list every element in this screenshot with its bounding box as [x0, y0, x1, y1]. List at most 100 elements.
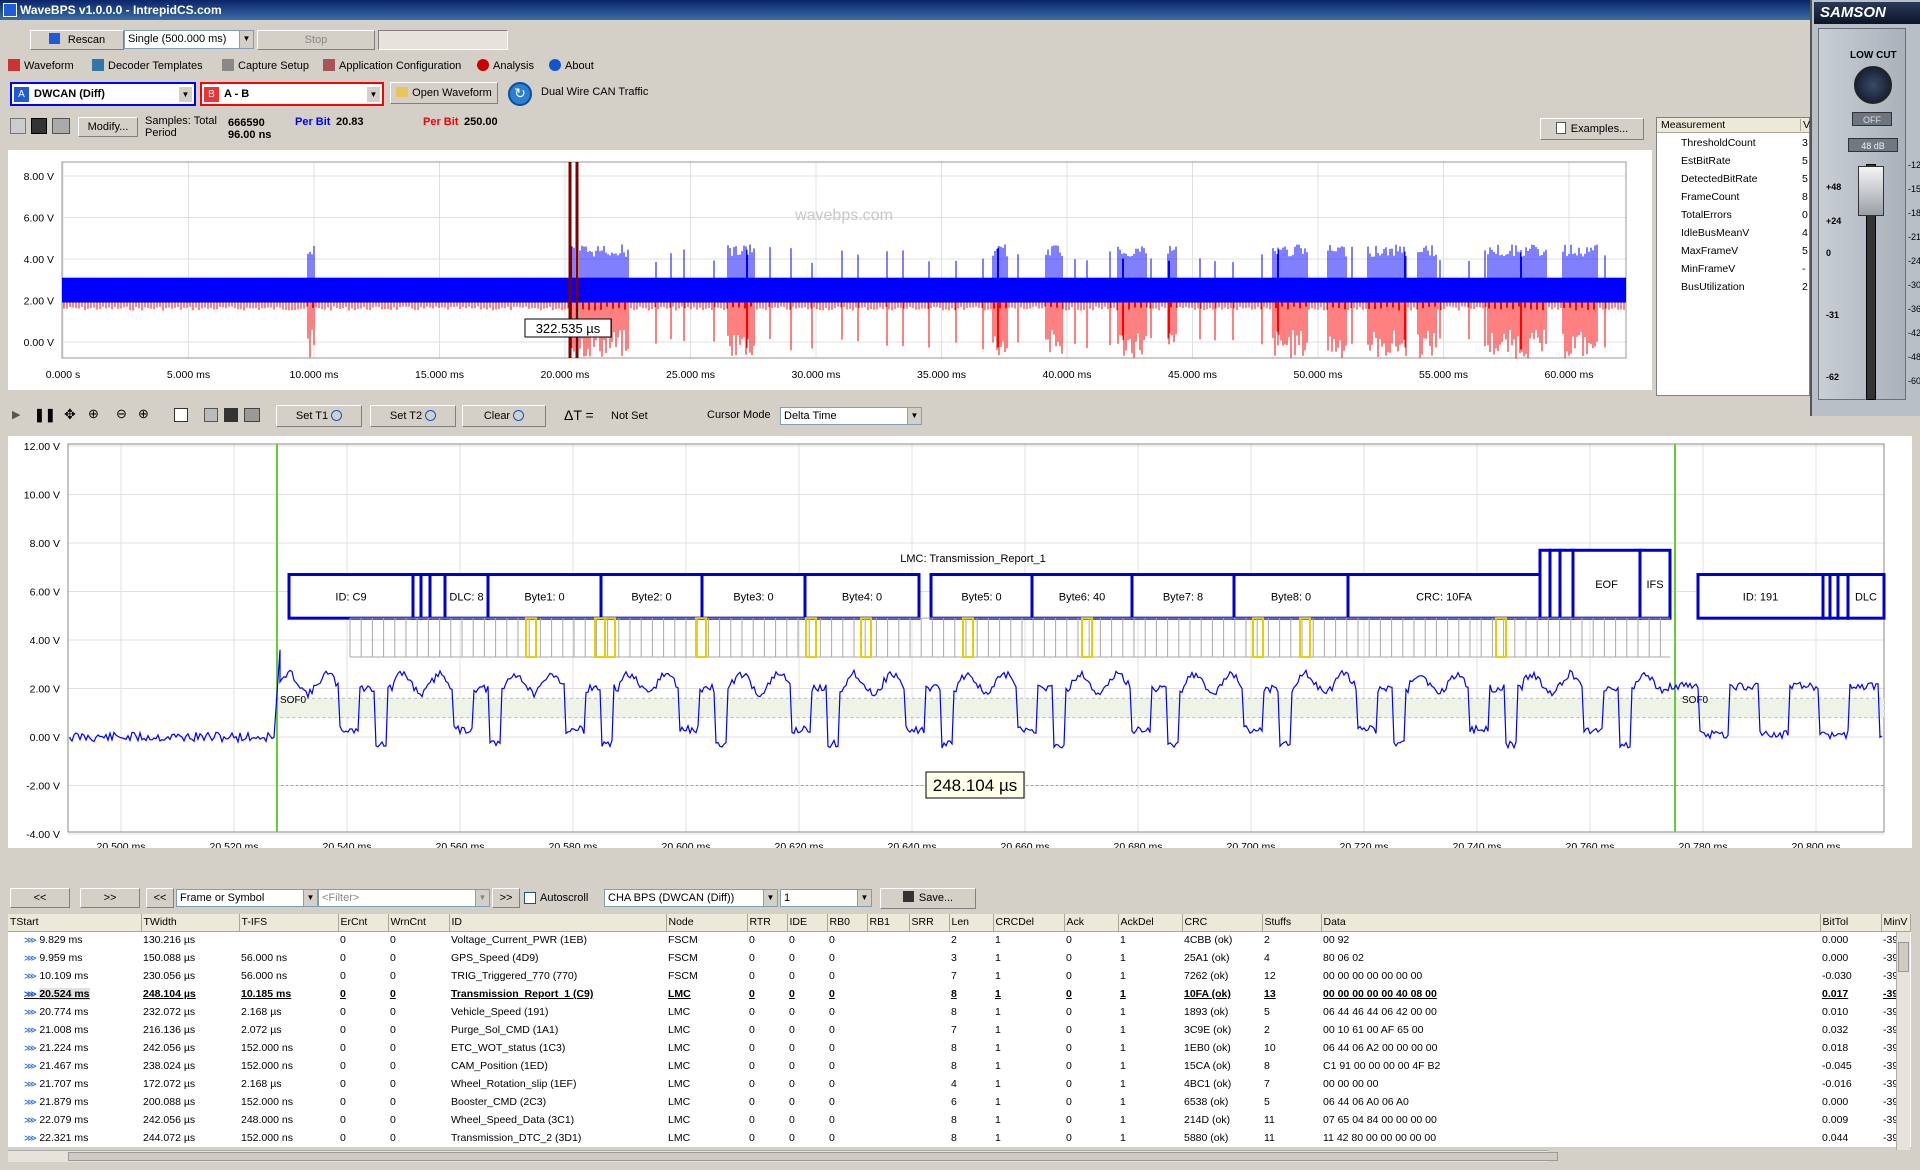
- set-t1-button[interactable]: Set T1: [276, 405, 362, 427]
- column-header[interactable]: RB1: [867, 914, 910, 932]
- table-row[interactable]: ⋙ 21.467 ms 238.024 µs 152.000 ns 0 0 CAM_Pos…: [8, 1057, 1910, 1075]
- measurement-row[interactable]: MinFrameV -: [1657, 261, 1809, 279]
- pause-icon[interactable]: ❚❚: [34, 407, 56, 423]
- fader-handle[interactable]: [1858, 166, 1884, 216]
- table-row[interactable]: ⋙ 20.524 ms 248.104 µs 10.185 ms 0 0 Transmis…: [8, 985, 1910, 1003]
- select-box-icon[interactable]: [174, 408, 188, 422]
- prev-page-button[interactable]: <<: [10, 888, 70, 908]
- table-row[interactable]: ⋙ 20.774 ms 232.072 µs 2.168 µs 0 0 Vehicle_S…: [8, 1003, 1910, 1021]
- column-header[interactable]: Data: [1321, 914, 1821, 932]
- table-cell: 0: [829, 934, 835, 947]
- tab-about[interactable]: About: [549, 56, 594, 76]
- column-header[interactable]: TWidth: [141, 914, 240, 932]
- column-header[interactable]: WrnCnt: [388, 914, 450, 932]
- print-icon[interactable]: [244, 408, 260, 422]
- tab-waveform[interactable]: Waveform: [8, 56, 74, 76]
- measurement-row[interactable]: DetectedBitRate 5: [1657, 171, 1809, 189]
- detail-plot[interactable]: 20.500 ms 20.520 ms 20.540 ms 20.560 ms 20.5…: [8, 436, 1912, 853]
- scrollbar-thumb[interactable]: [1898, 942, 1909, 972]
- open-waveform-button[interactable]: Open Waveform: [390, 82, 498, 104]
- play-icon[interactable]: ▶: [12, 408, 20, 421]
- table-row[interactable]: ⋙ 9.959 ms 150.088 µs 56.000 ns 0 0 GPS_Speed…: [8, 949, 1910, 967]
- channel-b-select[interactable]: B A - B ▼: [200, 82, 384, 106]
- measurement-row[interactable]: IdleBusMeanV 4: [1657, 225, 1809, 243]
- column-header[interactable]: TStart: [8, 914, 142, 932]
- print-icon[interactable]: [52, 118, 70, 134]
- table-cell: LMC: [668, 1024, 691, 1036]
- column-header[interactable]: MinV: [1881, 914, 1911, 932]
- filter-input[interactable]: <Filter> ▼: [318, 889, 490, 907]
- count-select[interactable]: 1 ▼: [780, 889, 872, 907]
- channel-select[interactable]: CHA BPS (DWCAN (Diff)) ▼: [604, 889, 778, 907]
- measurement-row[interactable]: TotalErrors 0: [1657, 207, 1809, 225]
- refresh-icon[interactable]: ↻: [508, 82, 532, 106]
- column-header[interactable]: T-IFS: [239, 914, 339, 932]
- measurement-row[interactable]: FrameCount 8: [1657, 189, 1809, 207]
- horizontal-scrollbar[interactable]: [8, 1150, 1558, 1162]
- next-page-button[interactable]: >>: [80, 888, 140, 908]
- next-filter-button[interactable]: >>: [492, 888, 520, 908]
- measurement-row[interactable]: MaxFrameV 5: [1657, 243, 1809, 261]
- column-header[interactable]: CRC: [1182, 914, 1263, 932]
- measurement-row[interactable]: EstBitRate 5: [1657, 153, 1809, 171]
- column-header[interactable]: AckDel: [1118, 914, 1183, 932]
- clear-button[interactable]: Clear: [462, 405, 546, 427]
- save-icon[interactable]: [224, 408, 238, 422]
- frame-table[interactable]: TStart TWidth T-IFS ErCnt WrnCnt ID Node RTR IDE…: [8, 914, 1911, 1147]
- column-header[interactable]: RTR: [747, 914, 788, 932]
- overview-chart-svg[interactable]: 0.000 s 5.000 ms 10.000 ms 15.000 ms 20.000 …: [8, 150, 1652, 390]
- examples-button[interactable]: Examples...: [1540, 118, 1644, 140]
- stop-button[interactable]: Stop: [257, 30, 375, 50]
- zoom-in-icon[interactable]: ⊕: [138, 406, 149, 422]
- measurement-row[interactable]: BusUtilization 2: [1657, 279, 1809, 297]
- cursor-mode-select[interactable]: Delta Time ▼: [780, 407, 922, 425]
- zoom-out-icon[interactable]: ⊖: [116, 406, 127, 422]
- table-row[interactable]: ⋙ 10.109 ms 230.056 µs 56.000 ns 0 0 TRIG_Tri…: [8, 967, 1910, 985]
- modify-button[interactable]: Modify...: [78, 117, 138, 137]
- table-row[interactable]: ⋙ 21.224 ms 242.056 µs 152.000 ns 0 0 ETC_WOT…: [8, 1039, 1910, 1057]
- column-header[interactable]: SRR: [909, 914, 950, 932]
- pan-icon[interactable]: ✥: [64, 406, 76, 423]
- record-type-select[interactable]: Frame or Symbol ▼: [176, 889, 318, 907]
- capture-mode-select[interactable]: Single (500.000 ms) ▼: [124, 30, 254, 49]
- copy-icon[interactable]: [10, 118, 26, 134]
- save-icon[interactable]: [31, 118, 47, 134]
- autoscroll-checkbox[interactable]: [524, 892, 536, 904]
- column-header[interactable]: Ack: [1064, 914, 1119, 932]
- measurement-row[interactable]: ThresholdCount 3: [1657, 135, 1809, 153]
- detail-chart-svg[interactable]: 20.500 ms 20.520 ms 20.540 ms 20.560 ms 20.5…: [8, 436, 1912, 853]
- column-header[interactable]: Stuffs: [1262, 914, 1322, 932]
- table-row[interactable]: ⋙ 22.079 ms 242.056 µs 248.000 ns 0 0 Wheel_S…: [8, 1111, 1910, 1129]
- tab-analysis[interactable]: Analysis: [477, 56, 534, 76]
- column-header[interactable]: ErCnt: [338, 914, 389, 932]
- table-cell: 238.024 µs: [143, 1060, 196, 1072]
- tab-application-configuration[interactable]: Application Configuration: [323, 56, 461, 76]
- overview-plot[interactable]: 0.000 s 5.000 ms 10.000 ms 15.000 ms 20.000 …: [8, 150, 1652, 390]
- save-button[interactable]: Save...: [880, 888, 976, 909]
- rescan-button[interactable]: Rescan: [30, 30, 124, 50]
- table-row[interactable]: ⋙ 21.008 ms 216.136 µs 2.072 µs 0 0 Purge_Sol…: [8, 1021, 1910, 1039]
- set-t2-button[interactable]: Set T2: [370, 405, 456, 427]
- samson-mixer-window[interactable]: SAMSON LOW CUT OFF 48 dB +48 +24 0 -31 -62 -1…: [1810, 0, 1920, 416]
- low-cut-toggle[interactable]: OFF: [1852, 112, 1892, 126]
- column-header[interactable]: ID: [449, 914, 667, 932]
- prev-filter-button[interactable]: <<: [146, 888, 174, 908]
- copy-icon[interactable]: [204, 408, 218, 422]
- scrollbar-thumb[interactable]: [68, 1152, 1558, 1161]
- tab-decoder-templates[interactable]: Decoder Templates: [92, 56, 203, 76]
- tab-capture-setup[interactable]: Capture Setup: [222, 56, 309, 76]
- table-row[interactable]: ⋙ 22.321 ms 244.072 µs 152.000 ns 0 0 Transmi…: [8, 1129, 1910, 1147]
- table-row[interactable]: ⋙ 9.829 ms 130.216 µs 0 0 Voltage_Current_PW…: [8, 931, 1910, 949]
- column-header[interactable]: Len: [949, 914, 994, 932]
- channel-a-select[interactable]: A DWCAN (Diff) ▼: [10, 82, 196, 106]
- column-header[interactable]: BitTol: [1820, 914, 1882, 932]
- zoom-fit-icon[interactable]: ⊕: [88, 406, 99, 422]
- column-header[interactable]: Node: [666, 914, 748, 932]
- table-row[interactable]: ⋙ 21.707 ms 172.072 µs 2.168 µs 0 0 Wheel_Rot…: [8, 1075, 1910, 1093]
- gain-knob[interactable]: [1854, 66, 1892, 104]
- column-header[interactable]: IDE: [787, 914, 828, 932]
- column-header[interactable]: RB0: [827, 914, 868, 932]
- vertical-scrollbar[interactable]: [1896, 932, 1910, 1150]
- table-row[interactable]: ⋙ 21.879 ms 200.088 µs 152.000 ns 0 0 Booster…: [8, 1093, 1910, 1111]
- column-header[interactable]: CRCDel: [993, 914, 1065, 932]
